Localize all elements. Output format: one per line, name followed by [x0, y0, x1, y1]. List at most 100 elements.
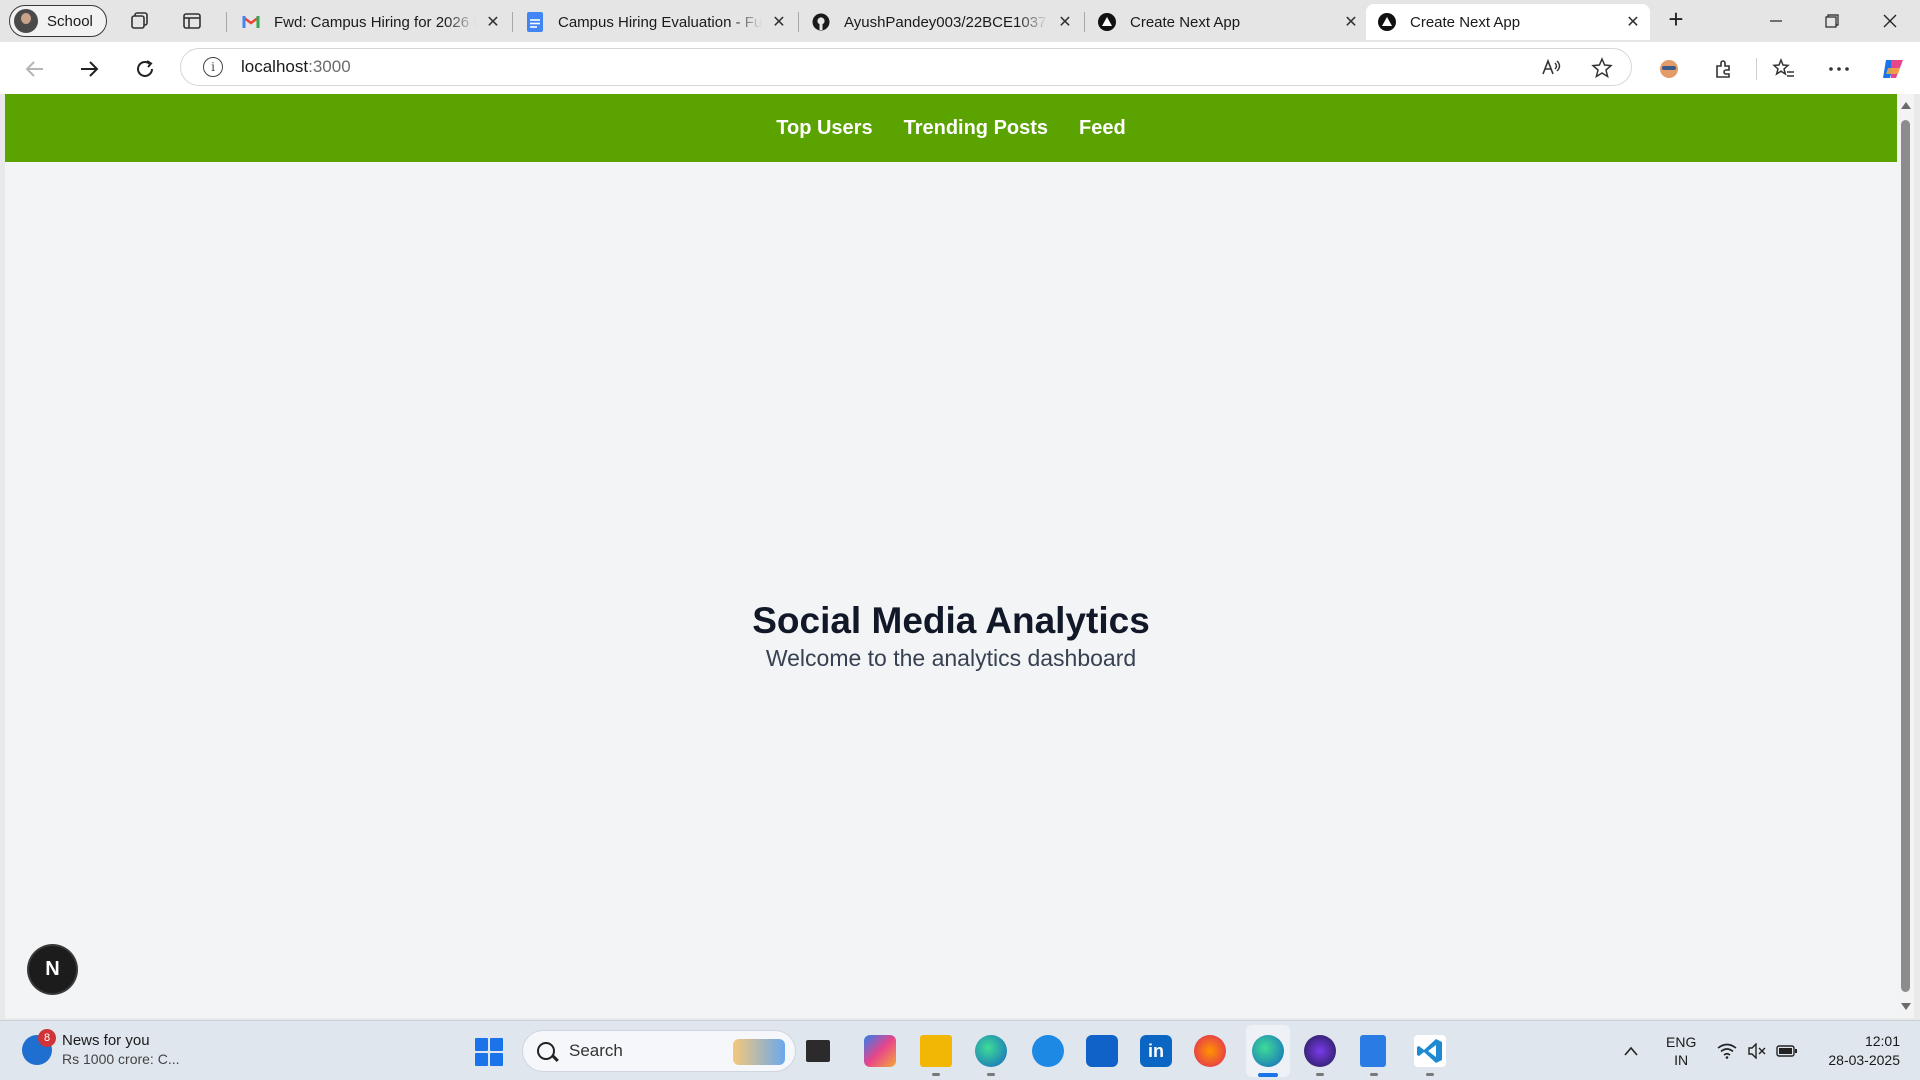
page-viewport: Top Users Trending Posts Feed Social Med…: [5, 94, 1897, 1018]
tab-separator: [798, 12, 799, 32]
tab-gmail[interactable]: Fwd: Campus Hiring for 2026 Batch ✕: [230, 4, 510, 40]
page-subtitle: Welcome to the analytics dashboard: [765, 645, 1137, 671]
new-tab-button[interactable]: +: [1664, 4, 1688, 34]
url-text[interactable]: localhost:3000: [241, 57, 351, 77]
news-badge: 8: [38, 1029, 56, 1047]
scrollbar-thumb[interactable]: [1901, 120, 1910, 992]
tab-title: Fwd: Campus Hiring for 2026 Batch: [274, 13, 476, 31]
tab-close-icon[interactable]: ✕: [482, 11, 504, 33]
nav-link-top-users[interactable]: Top Users: [776, 117, 872, 140]
news-subtitle: Rs 1000 crore: C...: [62, 1051, 180, 1067]
nextjs-icon: [1098, 13, 1116, 31]
minimize-button[interactable]: [1748, 0, 1804, 42]
page-scrollbar[interactable]: [1897, 94, 1914, 1018]
tab-separator: [512, 12, 513, 32]
nav-link-feed[interactable]: Feed: [1079, 117, 1126, 140]
edge-dev-icon[interactable]: [975, 1035, 1007, 1067]
forward-button[interactable]: [75, 55, 103, 83]
tab-github[interactable]: AyushPandey003/22BCE10375 ✕: [800, 4, 1082, 40]
tab-close-icon[interactable]: ✕: [1340, 11, 1362, 33]
address-bar[interactable]: i localhost:3000: [180, 48, 1632, 86]
clock-time: 12:01: [1864, 1033, 1900, 1049]
search-icon: [537, 1042, 555, 1060]
extension-avatar-icon[interactable]: [1655, 55, 1683, 83]
news-title: News for you: [62, 1032, 150, 1049]
running-indicator: [1370, 1073, 1378, 1076]
copilot-icon[interactable]: [1879, 55, 1907, 83]
tab-separator: [1084, 12, 1085, 32]
tab-separator: [226, 12, 227, 32]
mail-app-icon[interactable]: [1032, 1035, 1064, 1067]
page-title: Social Media Analytics: [752, 600, 1150, 641]
close-window-button[interactable]: [1862, 0, 1918, 42]
tab-next-app[interactable]: Create Next App ✕: [1086, 4, 1368, 40]
tab-title: Create Next App: [1410, 13, 1521, 31]
tab-docs[interactable]: Campus Hiring Evaluation - Full ✕: [514, 4, 796, 40]
microsoft-store-icon[interactable]: [1086, 1035, 1118, 1067]
volume-muted-icon[interactable]: [1746, 1041, 1768, 1061]
more-options-icon[interactable]: [1825, 55, 1853, 83]
docs-icon: [526, 12, 544, 32]
notepad-icon[interactable]: [1360, 1035, 1386, 1067]
vscode-icon[interactable]: [1414, 1035, 1446, 1067]
language-indicator[interactable]: ENG IN: [1666, 1033, 1696, 1069]
tab-close-icon[interactable]: ✕: [768, 11, 790, 33]
site-info-icon[interactable]: i: [203, 57, 223, 77]
search-highlight-icon: [733, 1039, 785, 1065]
media-player-icon[interactable]: [1304, 1035, 1336, 1067]
start-button[interactable]: [475, 1038, 503, 1066]
hero-section: Social Media Analytics Welcome to the an…: [5, 599, 1897, 672]
back-button[interactable]: [21, 55, 49, 83]
tab-title: AyushPandey003/22BCE10375: [844, 13, 1048, 31]
battery-icon[interactable]: [1776, 1041, 1798, 1061]
firefox-icon[interactable]: [1194, 1035, 1226, 1067]
scroll-up-arrow-icon[interactable]: [1901, 102, 1911, 109]
github-icon: [812, 13, 830, 31]
windows-logo-icon: [475, 1053, 488, 1066]
tab-close-icon[interactable]: ✕: [1054, 11, 1076, 33]
edge-browser-icon[interactable]: [1252, 1035, 1284, 1067]
task-view-icon[interactable]: [806, 1040, 830, 1062]
language-code: ENG: [1666, 1034, 1697, 1050]
gmail-icon: [242, 13, 260, 31]
profile-button[interactable]: School: [9, 5, 107, 37]
extensions-icon[interactable]: [1710, 55, 1738, 83]
taskbar-search[interactable]: Search: [522, 1030, 796, 1072]
scroll-down-arrow-icon[interactable]: [1901, 1003, 1911, 1010]
nav-link-trending-posts[interactable]: Trending Posts: [904, 117, 1048, 140]
tab-title: Campus Hiring Evaluation - Full: [558, 13, 762, 31]
nextjs-dev-tools-button[interactable]: N: [29, 946, 76, 993]
windows-taskbar: 8 News for you Rs 1000 crore: C... Searc…: [0, 1020, 1920, 1080]
news-widget[interactable]: 8 News for you Rs 1000 crore: C...: [22, 1029, 180, 1069]
tab-actions-icon[interactable]: [180, 9, 204, 33]
news-weather-icon: 8: [22, 1029, 56, 1065]
tab-title: Create Next App: [1130, 13, 1241, 31]
file-explorer-icon[interactable]: [920, 1035, 952, 1067]
active-indicator: [1258, 1073, 1278, 1077]
toolbar-divider: [1756, 58, 1757, 80]
system-clock[interactable]: 12:01 28-03-2025: [1812, 1032, 1900, 1070]
tab-close-icon[interactable]: ✕: [1622, 11, 1644, 33]
wifi-icon[interactable]: [1716, 1041, 1738, 1061]
clock-date: 28-03-2025: [1828, 1052, 1900, 1068]
linkedin-icon[interactable]: in: [1140, 1035, 1172, 1067]
profile-avatar: [14, 9, 38, 33]
restore-button[interactable]: [1804, 0, 1860, 42]
favorite-star-icon[interactable]: [1591, 57, 1613, 84]
nextjs-icon: [1378, 13, 1396, 31]
running-indicator: [1426, 1073, 1434, 1076]
windows-logo-icon: [475, 1038, 488, 1051]
profile-label: School: [47, 12, 93, 30]
windows-logo-icon: [490, 1053, 503, 1066]
favorites-icon[interactable]: [1770, 55, 1798, 83]
read-aloud-icon[interactable]: [1541, 57, 1563, 84]
tab-next-app-active[interactable]: Create Next App ✕: [1366, 4, 1650, 40]
app-navbar: Top Users Trending Posts Feed: [5, 94, 1897, 162]
show-hidden-icons-chevron-icon[interactable]: [1624, 1043, 1638, 1059]
region-code: IN: [1674, 1052, 1689, 1068]
reload-button[interactable]: [131, 55, 159, 83]
url-port: :3000: [308, 57, 351, 76]
copilot-app-icon[interactable]: [864, 1035, 896, 1067]
workspaces-icon[interactable]: [128, 9, 152, 33]
windows-logo-icon: [490, 1038, 503, 1051]
